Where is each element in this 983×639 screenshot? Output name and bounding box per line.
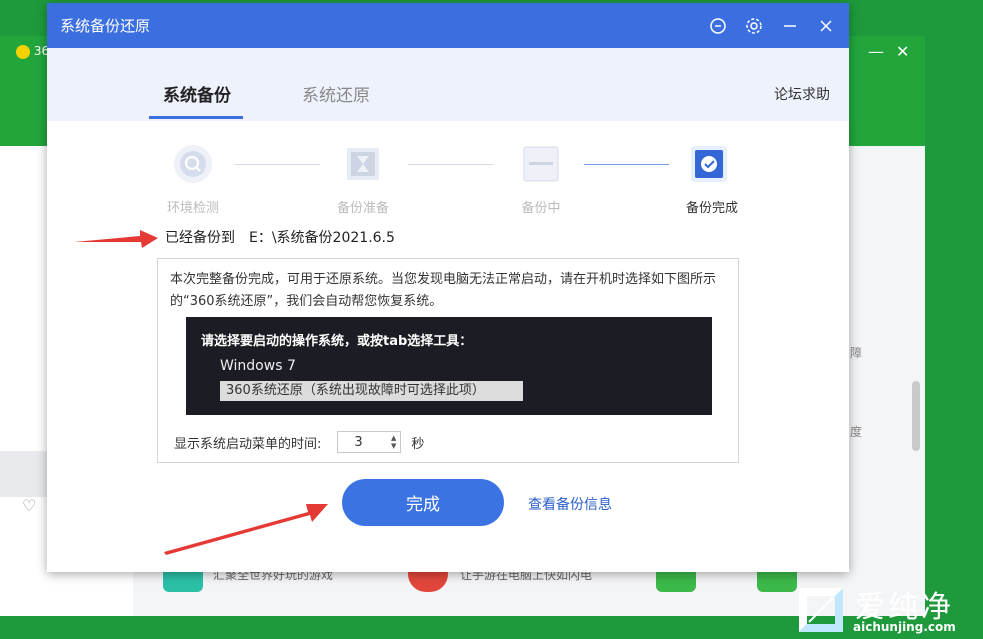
restore-info-box: 本次完整备份完成，可用于还原系统。当您发现电脑无法正常启动，请在开机时选择如下图… xyxy=(157,258,739,463)
timer-unit: 秒 xyxy=(411,436,425,452)
heart-icon[interactable]: ♡ xyxy=(22,496,36,515)
step-label: 环境检测 xyxy=(166,201,219,216)
background-minimize-icon[interactable]: — xyxy=(868,42,884,61)
gear-icon[interactable] xyxy=(745,17,763,35)
restore-info-text: 本次完整备份完成，可用于还原系统。当您发现电脑无法正常启动，请在开机时选择如下图… xyxy=(170,272,717,309)
feedback-icon[interactable] xyxy=(709,17,727,35)
dialog-titlebar: 系统备份还原 xyxy=(47,3,849,48)
minimize-icon[interactable] xyxy=(781,17,799,35)
boot-option-windows: Windows 7 xyxy=(220,358,296,374)
close-icon[interactable] xyxy=(817,17,835,35)
timer-label: 显示系统启动菜单的时间: xyxy=(174,436,322,452)
tab-bar: 系统备份 系统还原 论坛求助 xyxy=(47,48,849,121)
watermark: 爱纯净 aichunjing.com xyxy=(793,580,983,639)
magnifier-icon xyxy=(173,144,213,184)
timer-value[interactable]: 3 xyxy=(354,435,362,450)
backup-location-text: 已经备份到 E：\系统备份2021.6.5 xyxy=(165,230,395,246)
watermark-url: aichunjing.com xyxy=(853,620,956,634)
boot-menu-timer-row: 显示系统启动菜单的时间: 3 ▲ ▼ 秒 xyxy=(174,431,424,453)
dialog-title: 系统备份还原 xyxy=(60,17,151,35)
background-close-icon[interactable]: ✕ xyxy=(896,42,909,61)
view-backup-info-link[interactable]: 查看备份信息 xyxy=(528,494,612,514)
active-tab-indicator xyxy=(149,116,243,119)
watermark-logo-icon xyxy=(799,588,843,632)
hourglass-icon xyxy=(343,144,383,184)
tab-system-backup[interactable]: 系统备份 xyxy=(163,81,231,106)
forum-help-link[interactable]: 论坛求助 xyxy=(774,84,830,104)
checkmark-icon xyxy=(689,144,729,184)
boot-option-360-restore: 360系统还原（系统出现故障时可选择此项） xyxy=(220,381,523,401)
tab-system-restore[interactable]: 系统还原 xyxy=(302,81,370,106)
step-label: 备份准备 xyxy=(336,201,389,216)
done-button[interactable]: 完成 xyxy=(342,479,504,526)
timer-stepper[interactable]: 3 ▲ ▼ xyxy=(337,431,402,453)
step-label: 备份中 xyxy=(521,201,561,216)
background-scrollbar[interactable] xyxy=(912,381,920,451)
background-text: 障 xyxy=(850,346,863,360)
system-backup-dialog: 系统备份还原 系统备份 系统还原 论坛求助 环境检测 备份准备 备份中 备份完成… xyxy=(47,3,849,572)
step-connector xyxy=(584,164,669,165)
boot-menu-title: 请选择要启动的操作系统，或按tab选择工具： xyxy=(201,334,473,349)
stepper-arrows-icon[interactable]: ▲ ▼ xyxy=(391,434,396,450)
annotation-arrow-icon xyxy=(74,230,158,248)
background-text: 度 xyxy=(850,425,863,439)
step-connector xyxy=(408,164,493,165)
step-connector xyxy=(235,164,320,165)
progress-window-icon xyxy=(521,144,561,184)
step-label-active: 备份完成 xyxy=(685,201,738,216)
annotation-arrow-icon xyxy=(164,504,328,555)
boot-menu-preview: 请选择要启动的操作系统，或按tab选择工具： Windows 7 360系统还原… xyxy=(186,317,712,415)
